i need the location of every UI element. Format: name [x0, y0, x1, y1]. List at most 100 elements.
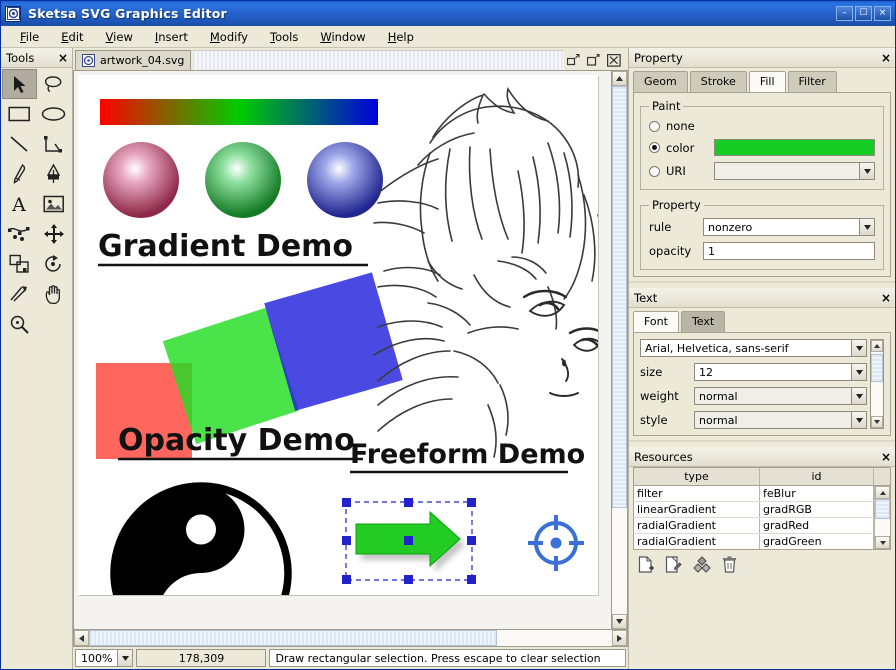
- resources-panel-header: Resources ×: [629, 447, 895, 467]
- chevron-down-icon[interactable]: [859, 219, 874, 235]
- lasso-tool[interactable]: [37, 69, 72, 99]
- paint-uri-combo[interactable]: [714, 162, 875, 180]
- scroll-down-button[interactable]: [875, 536, 890, 549]
- minimize-button[interactable]: –: [836, 6, 853, 21]
- hand-tool[interactable]: [37, 279, 72, 309]
- apply-resource-button[interactable]: [693, 556, 711, 573]
- chevron-down-icon[interactable]: [851, 364, 866, 380]
- table-row[interactable]: linearGradient gradRGB: [634, 502, 874, 518]
- tab-font[interactable]: Font: [633, 311, 679, 332]
- image-tool[interactable]: [37, 189, 72, 219]
- paint-uri-radio[interactable]: [649, 165, 660, 177]
- node-edit-tool[interactable]: [2, 219, 37, 249]
- paint-none-radio[interactable]: [649, 120, 660, 132]
- line-tool[interactable]: [2, 129, 37, 159]
- table-row[interactable]: filter feBlur: [634, 486, 874, 502]
- ellipse-tool[interactable]: [37, 99, 72, 129]
- edit-resource-button[interactable]: [665, 556, 682, 573]
- rotate-tool[interactable]: [37, 249, 72, 279]
- chevron-down-icon[interactable]: [859, 163, 874, 179]
- menu-modify[interactable]: Modify: [199, 28, 259, 46]
- zoom-tool[interactable]: [2, 309, 37, 339]
- table-row[interactable]: radialGradient gradGreen: [634, 534, 874, 549]
- menu-edit[interactable]: Edit: [50, 28, 94, 46]
- font-size-combo[interactable]: 12: [694, 363, 867, 381]
- document-tab-controls: [566, 53, 626, 67]
- sphere-blue: [307, 142, 383, 218]
- menu-view[interactable]: View: [95, 28, 144, 46]
- resources-scroll-track[interactable]: [875, 499, 890, 536]
- opacity-input[interactable]: 1: [703, 242, 875, 260]
- close-button[interactable]: ×: [874, 6, 891, 21]
- font-style-combo[interactable]: normal: [694, 411, 867, 429]
- column-header-type[interactable]: type: [634, 468, 760, 485]
- canvas-vertical-scrollbar[interactable]: [611, 70, 628, 630]
- close-icon[interactable]: ×: [881, 451, 891, 463]
- horizontal-scroll-thumb[interactable]: [89, 630, 497, 646]
- scroll-up-button[interactable]: [612, 71, 627, 86]
- text-tool[interactable]: A: [2, 189, 37, 219]
- scroll-up-button[interactable]: [871, 340, 883, 352]
- horizontal-scroll-track[interactable]: [89, 630, 612, 646]
- tab-stroke[interactable]: Stroke: [689, 71, 747, 92]
- font-scroll-track[interactable]: [871, 352, 883, 416]
- chevron-down-icon[interactable]: [851, 340, 866, 356]
- tools-palette: Tools × A: [1, 48, 73, 669]
- font-family-combo[interactable]: Arial, Helvetica, sans-serif: [640, 339, 867, 357]
- scroll-down-button[interactable]: [871, 416, 883, 428]
- paint-color-radio[interactable]: [649, 142, 660, 153]
- resources-scroll-thumb[interactable]: [875, 499, 890, 520]
- maximize-document-button[interactable]: [586, 53, 601, 67]
- rectangle-tool[interactable]: [2, 99, 37, 129]
- tab-geom[interactable]: Geom: [633, 71, 688, 92]
- chevron-down-icon[interactable]: [851, 388, 866, 404]
- scroll-right-button[interactable]: [612, 630, 627, 646]
- pen-tool[interactable]: [37, 159, 72, 189]
- delete-resource-button[interactable]: [722, 556, 737, 573]
- resources-scrollbar[interactable]: [874, 486, 890, 549]
- close-icon[interactable]: ×: [881, 52, 891, 64]
- duplicate-tool[interactable]: [2, 249, 37, 279]
- menu-insert[interactable]: Insert: [144, 28, 199, 46]
- close-document-button[interactable]: [606, 53, 621, 67]
- maximize-button[interactable]: ☐: [855, 6, 872, 21]
- canvas-horizontal-scrollbar[interactable]: [73, 630, 628, 647]
- document-tab[interactable]: artwork_04.svg: [75, 50, 192, 70]
- menu-file[interactable]: File: [9, 28, 50, 46]
- menu-tools[interactable]: Tools: [259, 28, 309, 46]
- column-header-id[interactable]: id: [760, 468, 874, 485]
- fill-color-swatch[interactable]: [714, 139, 875, 156]
- skew-tool[interactable]: [2, 279, 37, 309]
- svg-page[interactable]: Gradient Demo Opacity Demo Freeform Demo: [78, 75, 607, 629]
- pencil-tool[interactable]: [2, 159, 37, 189]
- scroll-left-button[interactable]: [74, 630, 89, 646]
- vertical-scroll-thumb[interactable]: [612, 86, 627, 509]
- close-icon[interactable]: ×: [58, 52, 68, 64]
- scroll-up-button[interactable]: [875, 486, 890, 499]
- zoom-selector[interactable]: 100%: [75, 649, 134, 667]
- vertical-scroll-track[interactable]: [612, 86, 627, 614]
- polyline-tool[interactable]: [37, 129, 72, 159]
- move-tool[interactable]: [37, 219, 72, 249]
- scroll-down-button[interactable]: [612, 614, 627, 629]
- close-icon[interactable]: ×: [881, 292, 891, 304]
- select-arrow-tool[interactable]: [2, 69, 37, 99]
- opacity-label: opacity: [649, 244, 692, 258]
- chevron-down-icon[interactable]: [851, 412, 866, 428]
- font-panel-scrollbar[interactable]: [870, 339, 884, 429]
- chevron-down-icon[interactable]: [117, 650, 133, 666]
- font-weight-label: weight: [640, 389, 679, 403]
- font-scroll-thumb[interactable]: [871, 354, 883, 383]
- menu-help[interactable]: Help: [377, 28, 425, 46]
- svg-canvas[interactable]: Gradient Demo Opacity Demo Freeform Demo: [73, 70, 611, 630]
- new-resource-button[interactable]: [638, 556, 654, 573]
- tab-text[interactable]: Text: [680, 311, 726, 332]
- text-panel: Text × Font Text Arial, Helvetica, sans-…: [629, 288, 895, 442]
- menu-window[interactable]: Window: [309, 28, 376, 46]
- font-weight-combo[interactable]: normal: [694, 387, 867, 405]
- tab-filter[interactable]: Filter: [787, 71, 837, 92]
- restore-document-button[interactable]: [566, 53, 581, 67]
- rule-combo[interactable]: nonzero: [703, 218, 875, 236]
- table-row[interactable]: radialGradient gradRed: [634, 518, 874, 534]
- tab-fill[interactable]: Fill: [748, 71, 786, 92]
